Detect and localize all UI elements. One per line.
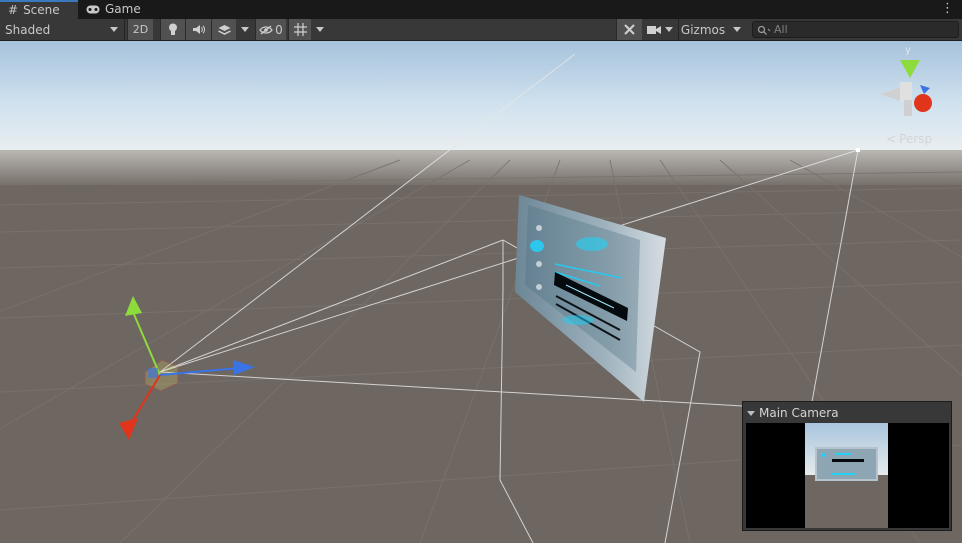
tab-game-label: Game [105,2,141,16]
lightbulb-icon [169,23,177,35]
chevron-left-icon: < [886,132,897,146]
hidden-eye-icon [259,24,273,35]
grid-toggle-button[interactable] [288,19,311,40]
camera-preview-title: Main Camera [759,406,839,420]
gamepad-icon [86,5,100,14]
scene-audio-button[interactable] [185,19,211,40]
camera-preview-header[interactable]: Main Camera [747,406,839,420]
scene-effects-dropdown[interactable] [236,19,254,40]
search-icon [757,25,771,35]
tools-icon [624,24,635,35]
gizmos-label: Gizmos [680,22,726,37]
layers-icon [217,24,231,35]
toggle-2d-button[interactable]: 2D [127,19,153,40]
projection-toggle[interactable]: < Persp [886,132,932,146]
camera-preview-view [746,423,949,528]
chevron-down-icon [733,27,741,32]
projection-label: Persp [899,132,933,146]
tab-scene-label: Scene [23,3,60,17]
more-options-icon[interactable]: ⋮ [941,0,954,19]
gizmos-button[interactable]: Gizmos [679,19,727,40]
speaker-icon [193,25,205,34]
camera-preview-overlay[interactable]: Main Camera [742,401,952,531]
chevron-down-icon [110,27,118,32]
orientation-gizmo-axis-label: y [905,45,911,56]
tab-scene[interactable]: # Scene [0,0,78,19]
grid-icon: # [8,3,19,17]
chevron-down-icon [665,27,673,32]
toolbar-divider [124,19,125,40]
collapse-triangle-icon[interactable] [747,410,755,416]
scene-visibility-button[interactable]: 0 [255,19,286,40]
grid-snap-icon [293,23,307,36]
window-tab-bar: # Scene Game ⋮ [0,0,962,19]
gizmos-dropdown[interactable] [728,19,746,40]
hierarchy-search-field[interactable]: All [752,21,959,38]
toggle-2d-label: 2D [132,23,149,36]
draw-mode-value: Shaded [5,22,51,37]
grid-dropdown[interactable] [311,19,329,40]
camera-preview-render [805,423,888,528]
search-placeholder: All [774,23,788,36]
scene-lighting-button[interactable] [160,19,185,40]
chevron-down-icon [241,27,249,32]
camera-settings-button[interactable] [643,19,677,40]
hidden-count: 0 [275,22,283,37]
draw-mode-dropdown[interactable]: Shaded [0,19,124,40]
scene-effects-button[interactable] [211,19,236,40]
chevron-down-icon [316,27,324,32]
tools-button[interactable] [616,19,642,40]
tab-game[interactable]: Game [78,0,149,19]
camera-icon [647,25,661,34]
